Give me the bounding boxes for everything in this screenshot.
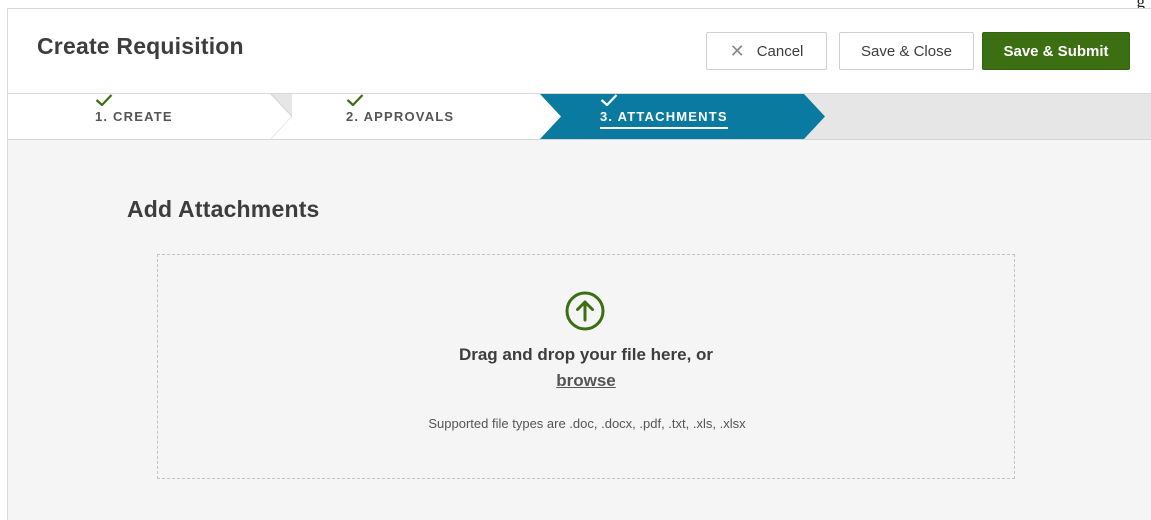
browse-link-row: browse <box>158 371 1014 391</box>
close-icon: ✕ <box>729 41 745 61</box>
step-approvals-label: 2. APPROVALS <box>346 109 455 124</box>
save-and-close-button[interactable]: Save & Close <box>839 32 974 70</box>
page-header: Create Requisition ✕ Cancel Save & Close… <box>8 9 1151 94</box>
browse-link[interactable]: browse <box>556 371 616 390</box>
progress-steps: 1. CREATE 2. APPROVALS 3. ATTACHMENTS <box>8 94 1151 140</box>
step-create[interactable]: 1. CREATE <box>95 94 185 139</box>
step-attachments-label: 3. ATTACHMENTS <box>600 109 728 129</box>
drop-instructions: Drag and drop your file here, or <box>458 345 714 364</box>
cancel-button[interactable]: ✕ Cancel <box>706 32 827 70</box>
step-attachments[interactable]: 3. ATTACHMENTS <box>600 94 740 139</box>
page-title: Create Requisition <box>37 33 244 59</box>
page: g Create Requisition ✕ Cancel Save & Clo… <box>0 0 1151 520</box>
supported-file-types: Supported file types are .doc, .docx, .p… <box>428 416 746 431</box>
save-and-submit-label: Save & Submit <box>1003 42 1109 60</box>
upload-arrow-icon <box>563 289 607 333</box>
step-approvals[interactable]: 2. APPROVALS <box>346 94 466 139</box>
section-title: Add Attachments <box>127 196 320 222</box>
save-and-close-label: Save & Close <box>861 42 952 60</box>
cancel-label: Cancel <box>756 42 804 60</box>
save-and-submit-button[interactable]: Save & Submit <box>982 32 1130 70</box>
file-dropzone[interactable]: Drag and drop your file here, or browse … <box>157 254 1015 479</box>
requisition-panel: Create Requisition ✕ Cancel Save & Close… <box>7 8 1151 520</box>
step-create-label: 1. CREATE <box>95 109 173 124</box>
